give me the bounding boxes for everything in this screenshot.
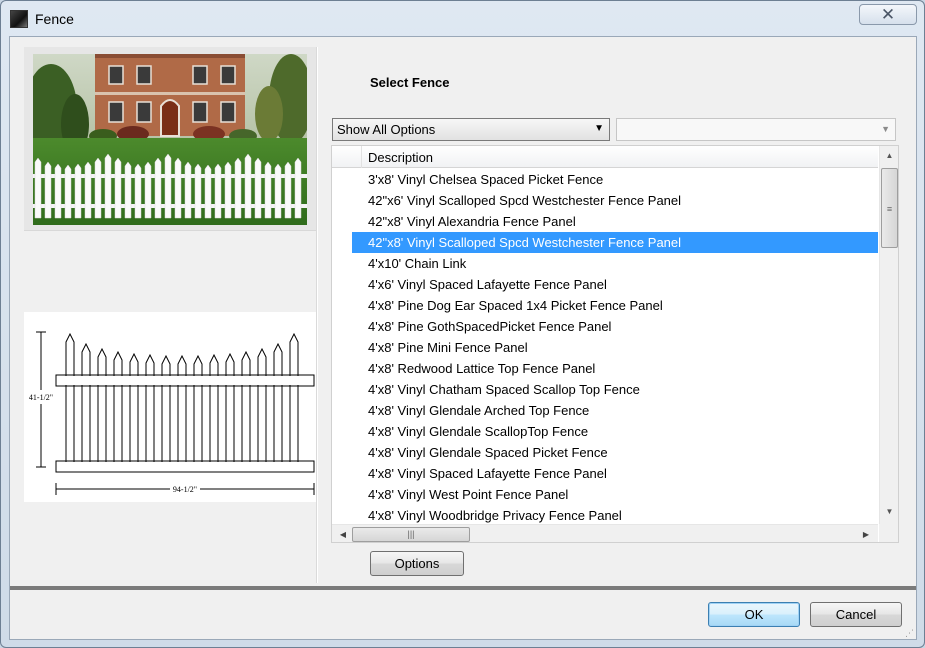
filter-dropdown-value: Show All Options [337,122,436,137]
fence-photo [33,54,307,225]
table-cell-description: 4'x10' Chain Link [368,256,467,271]
table-cell-description: 4'x8' Vinyl West Point Fence Panel [368,487,569,502]
chevron-down-icon: ▼ [881,124,890,134]
table-row[interactable]: 4'x8' Vinyl Woodbridge Privacy Fence Pan… [332,505,878,524]
table-cell-description: 42"x6' Vinyl Scalloped Spcd Westchester … [368,193,682,208]
table-row[interactable]: 42"x8' Vinyl Alexandria Fence Panel [332,211,878,232]
table-cell-description: 4'x8' Vinyl Glendale Spaced Picket Fence [368,445,608,460]
footer-separator [10,586,916,590]
scroll-left-icon[interactable]: ◀ [335,525,351,542]
preview-panel: 41-1/2" 94-1/2" [24,47,317,583]
table-row[interactable]: 4'x8' Pine Mini Fence Panel [332,337,878,358]
table-cell-description: 4'x6' Vinyl Spaced Lafayette Fence Panel [368,277,607,292]
fence-list-rows: 3'x8' Vinyl Chelsea Spaced Picket Fence 4… [332,169,878,524]
table-row[interactable]: 4'x8' Vinyl Spaced Lafayette Fence Panel [332,463,878,484]
vertical-scrollbar[interactable]: ▲ ≡ ▼ [879,146,898,524]
table-cell-description: 4'x8' Pine Mini Fence Panel [368,340,528,355]
scroll-corner [879,524,898,542]
chevron-down-icon: ▼ [594,123,604,134]
row-header-corner [332,146,362,168]
close-button[interactable]: ✕ [859,4,917,25]
table-cell-description: 4'x8' Vinyl Woodbridge Privacy Fence Pan… [368,508,622,523]
table-row[interactable]: 4'x8' Pine Dog Ear Spaced 1x4 Picket Fen… [332,295,878,316]
scroll-down-icon[interactable]: ▼ [880,504,898,520]
window-title: Fence [35,11,74,27]
horizontal-scrollbar[interactable]: ◀ ||| ▶ [332,524,878,542]
secondary-dropdown[interactable]: ▼ [616,118,896,141]
table-cell-description: 4'x8' Vinyl Chatham Spaced Scallop Top F… [368,382,640,397]
table-row[interactable]: 4'x10' Chain Link [332,253,878,274]
height-dimension-label: 41-1/2" [29,393,53,402]
table-cell-description: 4'x8' Pine Dog Ear Spaced 1x4 Picket Fen… [368,298,663,313]
scroll-up-icon[interactable]: ▲ [880,148,898,164]
table-cell-description: 42"x8' Vinyl Alexandria Fence Panel [368,214,576,229]
width-dimension-label: 94-1/2" [173,485,197,494]
ok-button[interactable]: OK [708,602,800,627]
table-cell-description: 4'x8' Vinyl Glendale ScallopTop Fence [368,424,589,439]
table-row[interactable]: 4'x8' Vinyl West Point Fence Panel [332,484,878,505]
title-bar[interactable]: Fence ✕ [1,1,924,35]
select-fence-heading: Select Fence [370,75,450,90]
table-row[interactable]: 42"x8' Vinyl Scalloped Spcd Westchester … [332,232,878,253]
table-row[interactable]: 42"x6' Vinyl Scalloped Spcd Westchester … [332,190,878,211]
table-cell-description: 4'x8' Vinyl Spaced Lafayette Fence Panel [368,466,607,481]
options-button[interactable]: Options [370,551,464,576]
pane-divider[interactable] [316,47,318,583]
table-cell-description: 3'x8' Vinyl Chelsea Spaced Picket Fence [368,172,604,187]
vertical-scroll-thumb[interactable]: ≡ [881,168,898,248]
table-cell-description: 4'x8' Redwood Lattice Top Fence Panel [368,361,596,376]
grid-header: Description [332,146,878,168]
table-cell-description: 4'x8' Pine GothSpacedPicket Fence Panel [368,319,612,334]
resize-grip-icon[interactable]: ⋰ [905,628,915,638]
horizontal-scroll-thumb[interactable]: ||| [352,527,470,542]
table-row[interactable]: 4'x8' Vinyl Glendale Spaced Picket Fence [332,442,878,463]
cancel-button[interactable]: Cancel [810,602,902,627]
table-cell-description: 4'x8' Vinyl Glendale Arched Top Fence [368,403,590,418]
table-row[interactable]: 4'x8' Pine GothSpacedPicket Fence Panel [332,316,878,337]
fence-dialog-window: Fence ✕ 41-1/2" 94-1/2" Select Fence Sho… [0,0,925,648]
close-icon: ✕ [880,5,896,24]
dialog-client-area: 41-1/2" 94-1/2" Select Fence Show All Op… [9,36,917,640]
table-row[interactable]: 4'x8' Vinyl Chatham Spaced Scallop Top F… [332,379,878,400]
fence-line-drawing: 41-1/2" 94-1/2" [29,331,315,496]
photo-frame [24,47,316,231]
scroll-right-icon[interactable]: ▶ [858,525,874,542]
table-row[interactable]: 4'x8' Redwood Lattice Top Fence Panel [332,358,878,379]
table-row[interactable]: 4'x8' Vinyl Glendale Arched Top Fence [332,400,878,421]
table-cell-description: 42"x8' Vinyl Scalloped Spcd Westchester … [352,232,878,253]
table-row[interactable]: 3'x8' Vinyl Chelsea Spaced Picket Fence [332,169,878,190]
fence-dimension-drawing: 41-1/2" 94-1/2" [24,312,317,502]
table-row[interactable]: 4'x8' Vinyl Glendale ScallopTop Fence [332,421,878,442]
column-header-description[interactable]: Description [368,150,433,165]
fence-app-icon [10,10,28,28]
filter-dropdown[interactable]: Show All Options ▼ [332,118,610,141]
table-row[interactable]: 4'x6' Vinyl Spaced Lafayette Fence Panel [332,274,878,295]
fence-list-grid: Description 3'x8' Vinyl Chelsea Spaced P… [331,145,899,543]
